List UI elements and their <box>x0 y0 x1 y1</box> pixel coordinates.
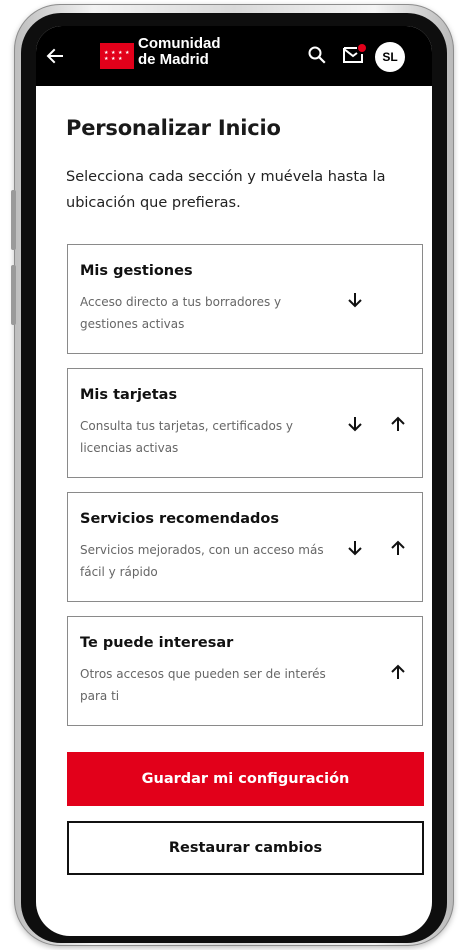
move-up-button[interactable] <box>385 659 411 685</box>
logo-line-1: Comunidad <box>138 35 221 52</box>
comunidad-madrid-flag-logo: ★ ★ ★ ★ ★ ★ ★ <box>100 43 134 69</box>
section-title: Servicios recomendados <box>80 511 279 527</box>
arrow-up-icon <box>391 540 405 555</box>
move-up-button[interactable] <box>385 411 411 437</box>
search-button[interactable] <box>302 40 332 70</box>
section-description: Servicios mejorados, con un acceso más f… <box>80 543 324 579</box>
phone-side-button <box>11 265 16 325</box>
section-title: Te puede interesar <box>80 635 234 651</box>
app-screen: ★ ★ ★ ★ ★ ★ ★ Comunidad de Madrid SL Personal… <box>36 26 432 936</box>
notification-dot <box>358 44 366 52</box>
brand-logo-text[interactable]: Comunidad de Madrid <box>138 36 221 68</box>
arrow-down-icon <box>348 541 362 556</box>
notifications-button[interactable] <box>338 40 368 70</box>
section-card-mis-gestiones[interactable]: Mis gestiones Acceso directo a tus borra… <box>67 244 423 354</box>
move-up-button[interactable] <box>385 535 411 561</box>
search-icon <box>308 46 326 64</box>
logo-line-2: de Madrid <box>138 51 209 68</box>
arrow-up-icon <box>391 664 405 679</box>
arrow-down-icon <box>348 293 362 308</box>
arrow-up-icon <box>391 416 405 431</box>
restore-changes-button[interactable]: Restaurar cambios <box>67 821 424 875</box>
move-down-button[interactable] <box>342 287 368 313</box>
user-avatar[interactable]: SL <box>375 42 405 72</box>
section-title: Mis gestiones <box>80 263 193 279</box>
move-down-button[interactable] <box>342 411 368 437</box>
section-description: Consulta tus tarjetas, certificados y li… <box>80 419 294 455</box>
move-down-button[interactable] <box>342 535 368 561</box>
section-card-mis-tarjetas[interactable]: Mis tarjetas Consulta tus tarjetas, cert… <box>67 368 423 478</box>
star-icons: ★ ★ ★ ★ ★ ★ ★ <box>104 49 130 62</box>
app-header: ★ ★ ★ ★ ★ ★ ★ Comunidad de Madrid SL <box>36 26 432 86</box>
arrow-down-icon <box>348 417 362 432</box>
back-button[interactable] <box>42 43 68 69</box>
phone-side-button <box>11 190 16 250</box>
arrow-left-icon <box>46 48 63 64</box>
section-card-te-puede-interesar[interactable]: Te puede interesar Otros accesos que pue… <box>67 616 423 726</box>
section-description: Otros accesos que pueden ser de interés … <box>80 667 326 703</box>
save-configuration-button[interactable]: Guardar mi configuración <box>67 752 424 806</box>
section-description: Acceso directo a tus borradores y gestio… <box>80 295 282 331</box>
section-card-servicios-recomendados[interactable]: Servicios recomendados Servicios mejorad… <box>67 492 423 602</box>
page-title: Personalizar Inicio <box>66 116 281 140</box>
page-description: Selecciona cada sección y muévela hasta … <box>66 169 386 211</box>
section-title: Mis tarjetas <box>80 387 178 403</box>
